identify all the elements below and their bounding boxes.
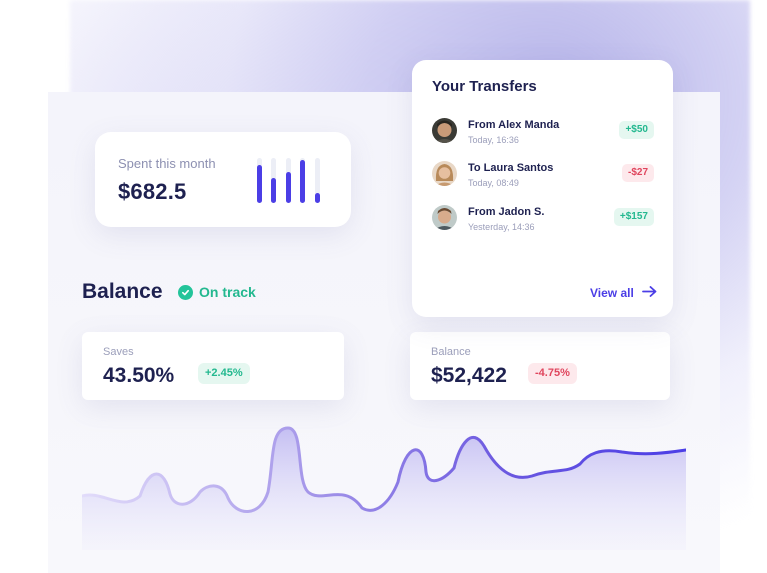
stat-value: $52,422 (431, 364, 507, 387)
balance-stat-card: Balance $52,422 -4.75% (410, 332, 670, 400)
mini-bar (286, 158, 291, 203)
view-all-link[interactable]: View all (590, 284, 657, 302)
avatar-icon (432, 161, 457, 186)
balance-wave-chart (82, 426, 686, 550)
avatar-icon (432, 118, 457, 143)
mini-bar-fill (286, 171, 291, 203)
mini-bar (315, 158, 320, 203)
transfers-title: Your Transfers (432, 78, 537, 95)
transfers-card: Your Transfers From Alex Manda Today, 16… (412, 60, 673, 317)
transfer-date: Today, 16:36 (468, 135, 519, 145)
spent-amount: $682.5 (118, 179, 187, 204)
avatar-icon (432, 205, 457, 230)
mini-bar (257, 158, 262, 203)
transfer-name: To Laura Santos (468, 162, 554, 174)
transfer-item[interactable]: From Alex Manda Today, 16:36 +$50 (432, 116, 654, 146)
transfer-item[interactable]: From Jadon S. Yesterday, 14:36 +$157 (432, 203, 654, 233)
transfer-amount-badge: +$50 (619, 121, 654, 139)
on-track-status: On track (178, 284, 256, 300)
transfer-name: From Alex Manda (468, 119, 560, 131)
check-circle-icon (178, 284, 193, 300)
spent-this-month-card: Spent this month $682.5 (95, 132, 351, 227)
mini-bar-fill (257, 164, 262, 203)
saves-stat-card: Saves 43.50% +2.45% (82, 332, 344, 400)
spent-mini-bar-chart (257, 158, 327, 203)
transfer-name: From Jadon S. (468, 206, 545, 218)
mini-bar-fill (271, 178, 276, 203)
transfer-amount-badge: +$157 (613, 208, 654, 226)
stat-change-badge: -4.75% (528, 363, 577, 384)
view-all-label: View all (590, 286, 634, 300)
wave-area (82, 428, 686, 550)
stat-value: 43.50% (103, 364, 175, 387)
arrow-right-icon (641, 284, 657, 302)
stat-label: Balance (431, 346, 471, 358)
transfer-date: Today, 08:49 (468, 178, 519, 188)
balance-title: Balance (82, 280, 163, 303)
mini-bar-fill (315, 193, 320, 203)
stat-label: Saves (103, 346, 134, 358)
on-track-label: On track (199, 284, 256, 300)
transfer-date: Yesterday, 14:36 (468, 222, 535, 232)
transfer-amount-badge: -$27 (621, 164, 654, 182)
transfer-item[interactable]: To Laura Santos Today, 08:49 -$27 (432, 159, 654, 189)
mini-bar (300, 158, 305, 203)
mini-bar (271, 158, 276, 203)
stat-change-badge: +2.45% (198, 363, 250, 384)
spent-label: Spent this month (118, 156, 216, 171)
mini-bar-fill (300, 160, 305, 203)
